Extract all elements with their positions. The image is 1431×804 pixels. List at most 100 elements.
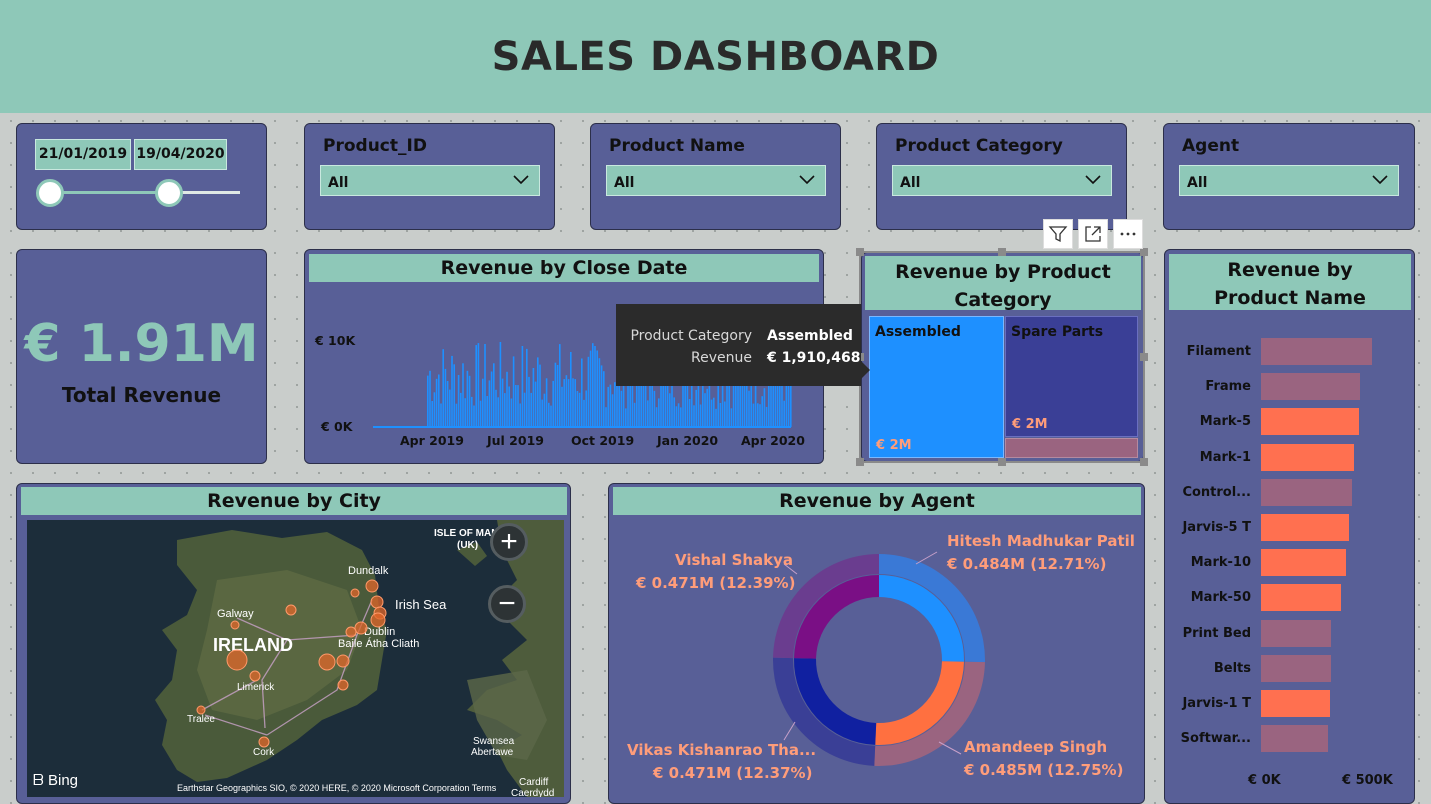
city-bubble[interactable] [345, 626, 357, 638]
product-name-bar[interactable] [1261, 690, 1330, 717]
revenue-by-agent-card[interactable]: Revenue by Agent Hitesh Madhukar Patil €… [608, 483, 1145, 804]
city-bubble[interactable] [285, 604, 297, 616]
product-category-label: Product Category [895, 136, 1063, 156]
revenue-spike [669, 393, 671, 427]
leader-line [915, 551, 938, 565]
end-date-input[interactable]: 19/04/2020 [134, 139, 227, 170]
start-date-input[interactable]: 21/01/2019 [35, 139, 131, 170]
map-copyright: Earthstar Geographics SIO, © 2020 HERE, … [177, 783, 496, 793]
city-bubble[interactable] [336, 654, 350, 668]
treemap-tile-assembled[interactable]: Assembled € 2M [869, 316, 1004, 458]
revenue-spike [550, 405, 552, 427]
city-bubble[interactable] [318, 653, 336, 671]
product-id-dropdown[interactable]: All [320, 165, 540, 196]
revenue-spike [468, 375, 471, 427]
agent-slicer: Agent All [1163, 123, 1415, 230]
product-name-dropdown[interactable]: All [606, 165, 826, 196]
product-name-bar[interactable] [1261, 654, 1331, 682]
product-name-label: Jarvis-5 T [1182, 520, 1251, 535]
revenue-by-product-name-card[interactable]: Revenue by Product Name Filament Frame Mar… [1164, 249, 1415, 804]
total-revenue-label: Total Revenue [61, 383, 222, 407]
x-tick-apr-2019: Apr 2019 [400, 433, 464, 448]
city-bubble[interactable] [370, 612, 386, 628]
revenue-spike [539, 364, 541, 427]
revenue-by-product-name-title: Revenue by Product Name [1169, 254, 1411, 310]
agent-label: Agent [1182, 136, 1240, 156]
product-category-dropdown[interactable]: All [892, 165, 1112, 196]
map-graphic: ISLE OF MAN (UK) Dundalk Irish Sea Galwa… [27, 520, 564, 797]
city-bubble[interactable] [365, 579, 379, 593]
city-bubble[interactable] [196, 705, 206, 715]
agent-label-vikas: Vikas Kishanrao Tha... [627, 741, 817, 759]
revenue-spike [453, 364, 455, 427]
revenue-spike [462, 363, 464, 427]
agent-value-amandeep: € 0.485M (12.75%) [964, 761, 1124, 779]
revenue-spike [658, 398, 660, 427]
focus-mode-button[interactable] [1078, 219, 1108, 249]
revenue-spike [429, 370, 431, 427]
product-name-bar[interactable] [1261, 338, 1372, 365]
map-label-ireland: IRELAND [213, 635, 293, 655]
filter-button[interactable] [1043, 219, 1073, 249]
map-terms-link[interactable]: Terms [472, 783, 497, 793]
treemap-tile-spare-parts[interactable]: Spare Parts € 2M [1005, 316, 1138, 437]
agent-dropdown[interactable]: All [1179, 165, 1399, 196]
end-date-handle[interactable] [155, 179, 183, 207]
city-bubble[interactable] [354, 621, 368, 635]
revenue-spike [728, 380, 730, 427]
product-name-bar[interactable] [1261, 443, 1354, 471]
total-revenue-card[interactable]: € 1.91M Total Revenue [16, 249, 267, 464]
product-name-bar[interactable] [1261, 373, 1360, 401]
revenue-spike [592, 343, 594, 427]
product-name-bar[interactable] [1261, 514, 1349, 541]
product-name-bar[interactable] [1261, 478, 1353, 506]
revenue-spike [537, 357, 539, 427]
city-map[interactable]: ISLE OF MAN (UK) Dundalk Irish Sea Galwa… [27, 520, 564, 797]
revenue-spike [647, 400, 649, 427]
revenue-spike [578, 392, 581, 427]
more-options-button[interactable] [1113, 219, 1143, 249]
revenue-spike [451, 355, 453, 427]
revenue-spike [598, 358, 601, 427]
city-bubble[interactable] [350, 588, 360, 598]
revenue-by-close-date-title: Revenue by Close Date [309, 254, 819, 282]
map-label-galway: Galway [217, 608, 254, 620]
map-label-limerick: Limerick [237, 682, 275, 693]
revenue-spike [770, 379, 772, 427]
revenue-spike [486, 396, 488, 427]
product-name-bar[interactable] [1261, 584, 1342, 612]
revenue-spike [519, 403, 521, 427]
revenue-by-city-title: Revenue by City [21, 487, 567, 515]
revenue-spike [693, 405, 695, 427]
city-bubble[interactable] [249, 670, 261, 682]
revenue-spike [715, 408, 717, 427]
revenue-spike [570, 352, 572, 427]
product-name-slicer: Product Name All [590, 123, 841, 230]
revenue-spike [594, 346, 596, 427]
city-bubble[interactable] [370, 595, 384, 609]
zoom-out-button[interactable]: − [488, 585, 526, 623]
y-tick-10k: € 10K [314, 333, 356, 348]
x-tick-oct-2019: Oct 2019 [571, 433, 634, 448]
product-name-bar[interactable] [1261, 408, 1360, 436]
revenue-by-city-card[interactable]: Revenue by City ISLE OF MAN (UK) Dundalk… [16, 483, 571, 804]
product-name-bar[interactable] [1261, 549, 1346, 577]
revenue-by-product-category-card[interactable]: Revenue by Product Category Assembled € … [861, 252, 1144, 462]
city-bubble[interactable] [226, 649, 248, 671]
revenue-spike [440, 403, 442, 427]
city-bubble[interactable] [337, 679, 349, 691]
start-date-handle[interactable] [36, 179, 64, 207]
treemap-tile-other[interactable] [1005, 438, 1138, 458]
city-bubble[interactable] [230, 620, 240, 630]
chevron-down-icon [513, 175, 529, 185]
product-name-bar[interactable] [1261, 725, 1329, 753]
revenue-spike [473, 405, 475, 427]
map-label-swansea: Swansea [473, 736, 515, 747]
focus-mode-icon [1085, 226, 1101, 242]
city-bubble[interactable] [258, 736, 270, 748]
x-tick-500k: € 500K [1342, 773, 1393, 788]
zoom-in-button[interactable]: + [490, 523, 528, 561]
plus-icon: + [500, 525, 518, 558]
revenue-spike [589, 350, 592, 427]
product-name-bar[interactable] [1261, 619, 1332, 647]
